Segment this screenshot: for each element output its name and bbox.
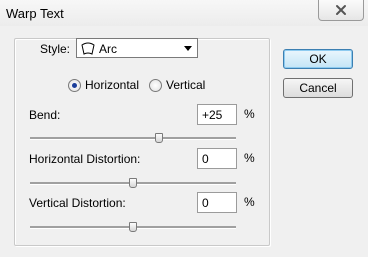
title-bar: Warp Text: [0, 0, 368, 26]
style-label: Style:: [40, 42, 71, 56]
vertical-distortion-slider-thumb[interactable]: [129, 222, 137, 232]
bend-label: Bend:: [29, 108, 61, 122]
vertical-distortion-label: Vertical Distortion:: [29, 196, 126, 210]
vertical-distortion-unit: %: [244, 195, 255, 209]
ok-button[interactable]: OK: [283, 49, 353, 69]
horizontal-radio[interactable]: [68, 79, 81, 92]
horizontal-distortion-unit: %: [244, 151, 255, 165]
vertical-distortion-input[interactable]: 0: [197, 192, 237, 213]
chevron-down-icon: [184, 46, 192, 51]
bend-unit: %: [244, 107, 255, 121]
horizontal-distortion-slider-thumb[interactable]: [129, 178, 137, 188]
bend-slider-thumb[interactable]: [154, 133, 163, 143]
warp-text-dialog: Warp Text Style: Arc Horizontal Vertical…: [0, 0, 368, 257]
horizontal-label[interactable]: Horizontal: [85, 78, 139, 92]
vertical-radio[interactable]: [149, 79, 162, 92]
arc-icon: [81, 42, 95, 55]
horizontal-distortion-input[interactable]: 0: [197, 148, 237, 169]
close-button[interactable]: [318, 0, 364, 21]
style-value: Arc: [99, 42, 117, 56]
bend-input[interactable]: +25: [197, 104, 237, 125]
vertical-label[interactable]: Vertical: [166, 78, 205, 92]
cancel-button[interactable]: Cancel: [283, 78, 353, 98]
horizontal-distortion-label: Horizontal Distortion:: [29, 152, 141, 166]
close-icon: [336, 5, 346, 15]
settings-group: [14, 38, 270, 246]
bend-slider-track[interactable]: [30, 137, 236, 140]
dialog-title: Warp Text: [6, 6, 64, 21]
style-dropdown[interactable]: Arc: [76, 38, 198, 58]
